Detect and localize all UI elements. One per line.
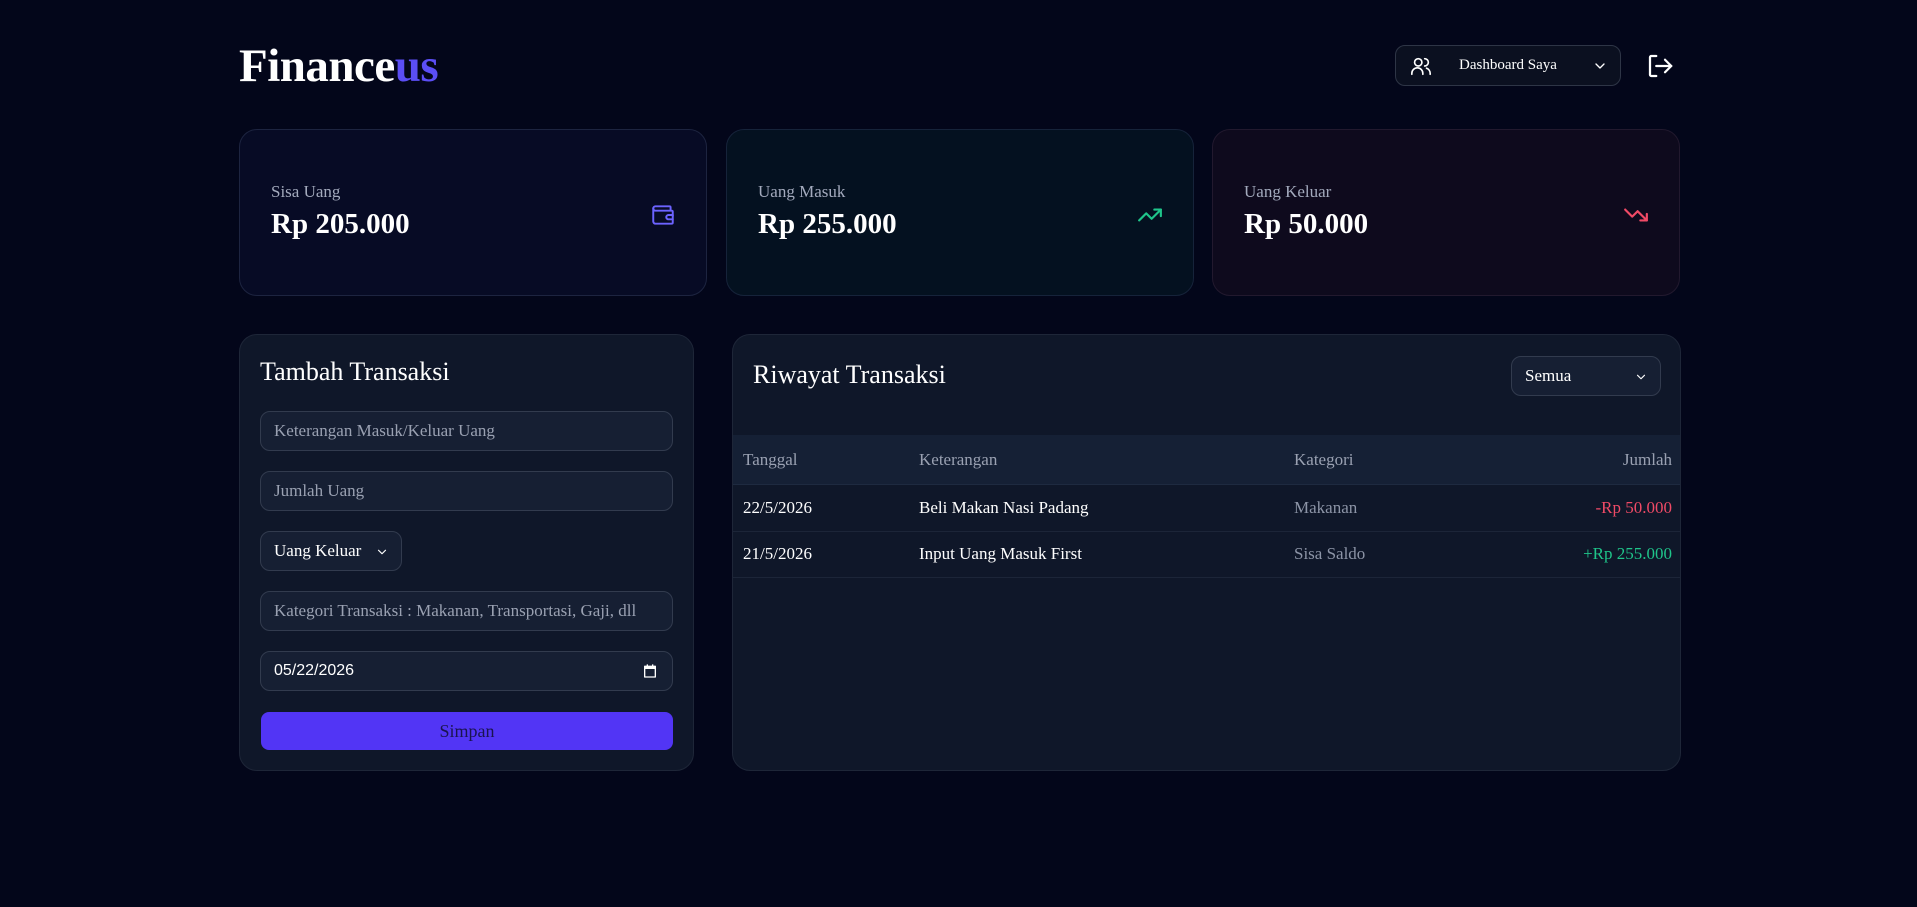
expense-title: Uang Keluar	[1244, 182, 1332, 201]
amount-input[interactable]: Jumlah Uang	[260, 471, 673, 511]
table-header: Tanggal Keterangan Kategori Jumlah	[733, 435, 1680, 485]
transaction-history-panel: Riwayat Transaksi Semua Tanggal Keterang…	[732, 334, 1681, 771]
date-value: 05/22/2026	[274, 662, 355, 679]
expense-card: Uang Keluar Rp 50.000	[1212, 129, 1680, 296]
history-filter-value: Semua	[1525, 366, 1572, 385]
transaction-type-value: Uang Keluar	[274, 541, 362, 560]
column-header-description: Keterangan	[919, 450, 998, 469]
balance-card: Sisa Uang Rp 205.000	[239, 129, 707, 296]
row-description: Beli Makan Nasi Padang	[919, 498, 1089, 517]
expense-value: Rp 50.000	[1244, 208, 1369, 240]
save-button[interactable]: Simpan	[261, 712, 673, 750]
row-category: Makanan	[1294, 498, 1358, 517]
add-transaction-title: Tambah Transaksi	[260, 357, 450, 386]
dashboard-select[interactable]: Dashboard Saya	[1395, 45, 1621, 86]
row-amount: -Rp 50.000	[1595, 498, 1673, 517]
income-card: Uang Masuk Rp 255.000	[726, 129, 1194, 296]
description-input[interactable]: Keterangan Masuk/Keluar Uang	[260, 411, 673, 451]
logout-icon[interactable]	[1645, 51, 1675, 81]
column-header-category: Kategori	[1294, 450, 1354, 469]
logo-accent: us	[394, 40, 439, 92]
chevron-down-icon	[1636, 374, 1646, 380]
trending-down-icon	[1624, 208, 1648, 222]
logo: Financeus	[239, 38, 439, 94]
add-transaction-panel: Tambah Transaksi Keterangan Masuk/Keluar…	[239, 334, 694, 771]
header: Financeus Dashboard Saya	[239, 38, 1681, 94]
row-date: 22/5/2026	[743, 498, 812, 517]
table-row: 21/5/2026 Input Uang Masuk First Sisa Sa…	[733, 532, 1680, 578]
trending-up-icon	[1138, 208, 1162, 222]
category-input[interactable]: Kategori Transaksi : Makanan, Transporta…	[260, 591, 673, 631]
column-header-amount: Jumlah	[1622, 450, 1672, 469]
table-row: 22/5/2026 Beli Makan Nasi Padang Makanan…	[733, 486, 1680, 532]
chevron-down-icon	[1595, 63, 1605, 69]
date-input[interactable]: 05/22/2026	[260, 651, 673, 691]
chevron-down-icon	[377, 549, 387, 555]
dashboard-select-label: Dashboard Saya	[1459, 57, 1557, 73]
row-category: Sisa Saldo	[1294, 544, 1366, 563]
income-title: Uang Masuk	[758, 182, 846, 201]
row-description: Input Uang Masuk First	[919, 544, 1082, 563]
balance-value: Rp 205.000	[271, 208, 410, 240]
column-header-date: Tanggal	[743, 450, 798, 469]
calendar-icon[interactable]	[642, 663, 658, 679]
history-title: Riwayat Transaksi	[753, 360, 946, 389]
balance-title: Sisa Uang	[271, 182, 341, 201]
logo-main: Finance	[239, 40, 395, 92]
row-date: 21/5/2026	[743, 544, 812, 563]
row-amount: +Rp 255.000	[1583, 544, 1672, 563]
income-value: Rp 255.000	[758, 208, 897, 240]
wallet-icon	[652, 205, 674, 225]
history-filter-select[interactable]: Semua	[1511, 356, 1661, 396]
transaction-type-select[interactable]: Uang Keluar	[260, 531, 402, 571]
